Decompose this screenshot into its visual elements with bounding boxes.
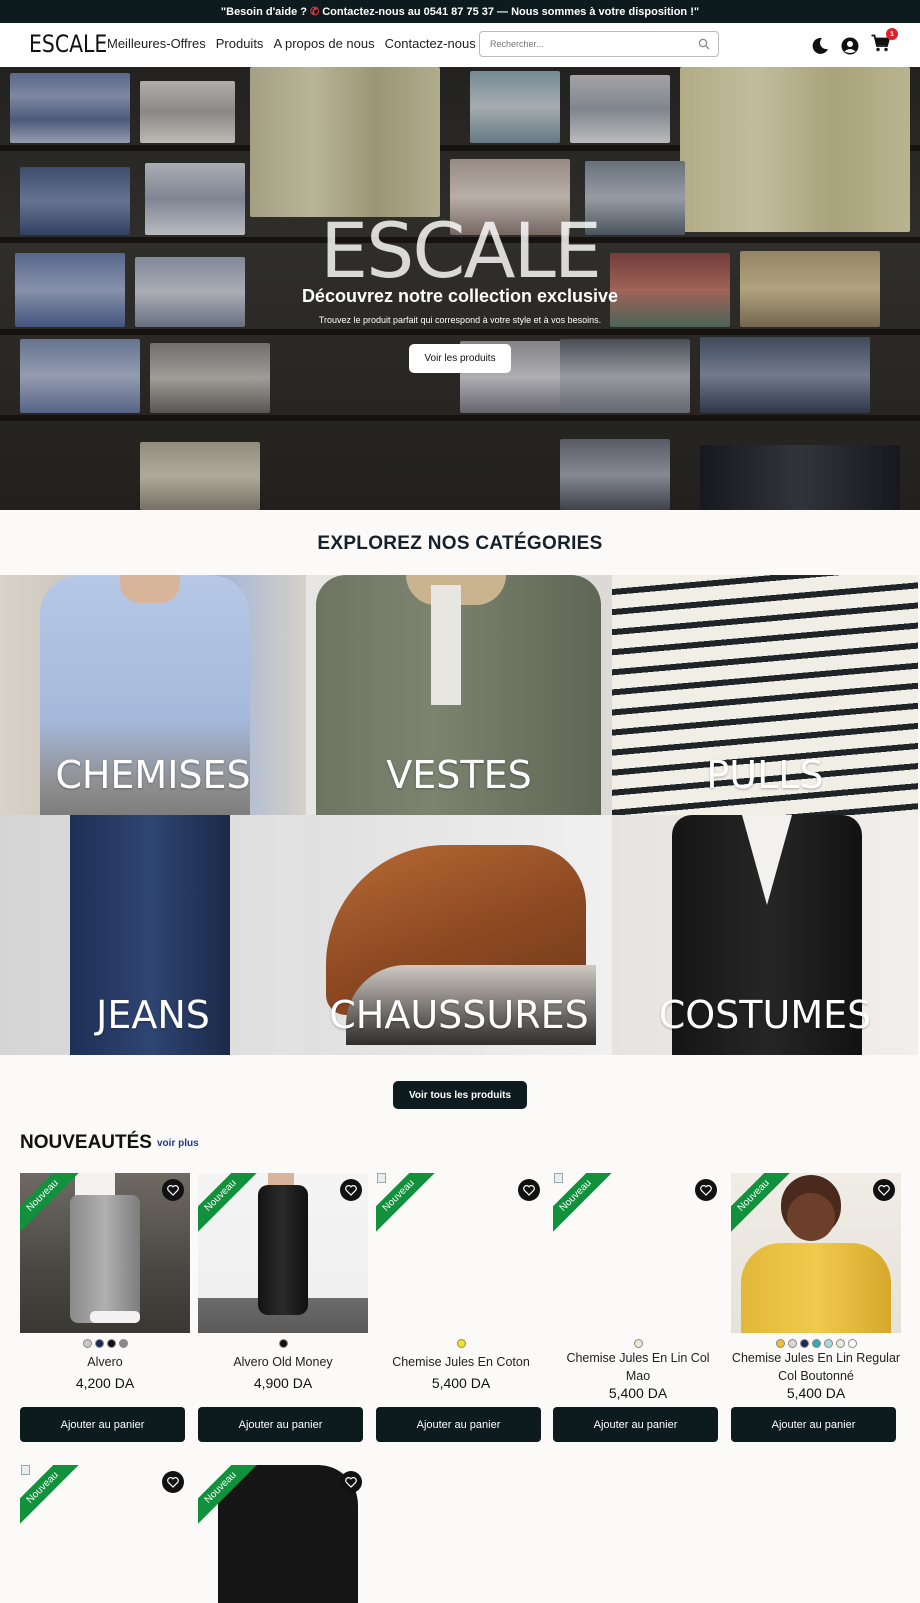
category-chemises[interactable]: CHEMISES [0, 575, 306, 815]
add-to-cart-button[interactable]: Ajouter au panier [553, 1407, 718, 1442]
hero-subtitle: Découvrez notre collection exclusive [301, 286, 619, 306]
cart-count-badge: 1 [886, 28, 898, 40]
color-swatch[interactable] [118, 1339, 128, 1348]
product-card: Nouveau [20, 1465, 190, 1603]
category-jeans[interactable]: JEANS [0, 815, 306, 1055]
view-all-products-button[interactable]: Voir tous les produits [393, 1081, 527, 1109]
category-label: CHAUSSURES [329, 993, 589, 1037]
product-image[interactable]: Nouveau [198, 1465, 368, 1603]
new-badge: Nouveau [198, 1173, 260, 1235]
wishlist-heart-icon[interactable] [518, 1179, 540, 1201]
nav-meilleures-offres[interactable]: Meilleures-Offres [107, 36, 206, 51]
color-swatch[interactable] [278, 1339, 288, 1348]
product-card: Nouveau Alvero 4,200 DA [20, 1173, 190, 1391]
wishlist-heart-icon[interactable] [162, 1471, 184, 1493]
dark-mode-moon-icon[interactable] [811, 37, 829, 55]
color-swatches [731, 1339, 901, 1349]
search-box [479, 31, 719, 57]
product-price: 4,900 DA [253, 1375, 313, 1391]
color-swatch[interactable] [847, 1339, 857, 1348]
logo[interactable]: ESCALE [29, 30, 107, 58]
product-image[interactable]: Nouveau [553, 1173, 723, 1333]
color-swatches [553, 1339, 723, 1349]
nav-produits[interactable]: Produits [216, 36, 264, 51]
category-label: PULLS [706, 753, 824, 797]
category-label: COSTUMES [658, 993, 872, 1037]
color-swatch[interactable] [94, 1339, 104, 1348]
color-swatch[interactable] [823, 1339, 833, 1348]
nav-a-propos[interactable]: A propos de nous [273, 36, 374, 51]
product-name[interactable]: Alvero Old Money [198, 1353, 368, 1371]
product-name[interactable]: Chemise Jules En Coton [376, 1353, 546, 1371]
broken-image-icon [554, 1173, 563, 1183]
cart-button[interactable]: 1 [871, 28, 898, 57]
color-swatches [376, 1339, 546, 1349]
announcement-help: "Besoin d'aide ? [220, 5, 307, 18]
header-icons: 1 [811, 28, 898, 57]
hero-title: ESCALE [320, 206, 602, 295]
broken-image-icon [377, 1173, 386, 1183]
main-nav: Meilleures-Offres Produits A propos de n… [107, 36, 476, 51]
product-price: 5,400 DA [608, 1385, 668, 1401]
product-card: Nouveau Chemise Jules En Coton 5,400 DA [376, 1173, 546, 1391]
hero-view-products-button[interactable]: Voir les produits [409, 344, 511, 373]
product-image[interactable]: Nouveau [376, 1173, 546, 1333]
hero-banner: ESCALE Découvrez notre collection exclus… [0, 67, 920, 510]
see-more-link[interactable]: voir plus [157, 1138, 199, 1149]
nav-contact[interactable]: Contactez-nous [385, 36, 476, 51]
new-arrivals-heading: NOUVEAUTÉS [20, 1132, 152, 1153]
categories-heading: EXPLOREZ NOS CATÉGORIES [317, 533, 603, 554]
wishlist-heart-icon[interactable] [340, 1471, 362, 1493]
category-label: VESTES [386, 753, 532, 797]
product-image[interactable]: Nouveau [20, 1465, 190, 1603]
product-image[interactable]: Nouveau [20, 1173, 190, 1333]
color-swatch[interactable] [799, 1339, 809, 1348]
site-header: ESCALE Meilleures-Offres Produits A prop… [0, 23, 920, 67]
color-swatches [20, 1339, 190, 1349]
add-to-cart-button[interactable]: Ajouter au panier [20, 1407, 185, 1442]
product-price: 5,400 DA [431, 1375, 491, 1391]
product-card: Nouveau Chemise Jules En Lin Regular Col… [731, 1173, 901, 1401]
color-swatch[interactable] [835, 1339, 845, 1348]
add-to-cart-button[interactable]: Ajouter au panier [376, 1407, 541, 1442]
search-input[interactable] [480, 39, 690, 49]
color-swatch[interactable] [775, 1339, 785, 1348]
product-name[interactable]: Alvero [20, 1353, 190, 1371]
announcement-bar: "Besoin d'aide ? ✆ Contactez-nous au 054… [0, 0, 920, 23]
product-image[interactable]: Nouveau [198, 1173, 368, 1333]
phone-icon: ✆ [309, 6, 320, 18]
product-card: Nouveau [198, 1465, 368, 1603]
account-icon[interactable] [841, 37, 859, 55]
add-to-cart-button[interactable]: Ajouter au panier [198, 1407, 363, 1442]
search-icon[interactable] [698, 38, 710, 50]
category-costumes[interactable]: COSTUMES [612, 815, 918, 1055]
color-swatch[interactable] [787, 1339, 797, 1348]
product-card: Nouveau Chemise Jules En Lin Col Mao 5,4… [553, 1173, 723, 1401]
wishlist-heart-icon[interactable] [695, 1179, 717, 1201]
product-name[interactable]: Chemise Jules En Lin Regular Col Boutonn… [731, 1349, 901, 1385]
color-swatch[interactable] [456, 1339, 466, 1348]
category-vestes[interactable]: VESTES [306, 575, 612, 815]
product-card: Nouveau Alvero Old Money 4,900 DA [198, 1173, 368, 1391]
category-label: JEANS [96, 993, 210, 1037]
category-pulls[interactable]: PULLS [612, 575, 918, 815]
color-swatch[interactable] [82, 1339, 92, 1348]
category-chaussures[interactable]: CHAUSSURES [306, 815, 612, 1055]
product-price: 4,200 DA [75, 1375, 135, 1391]
add-to-cart-button[interactable]: Ajouter au panier [731, 1407, 896, 1442]
broken-image-icon [21, 1465, 30, 1475]
product-name[interactable]: Chemise Jules En Lin Col Mao [553, 1349, 723, 1385]
wishlist-heart-icon[interactable] [162, 1179, 184, 1201]
announcement-contact: Contactez-nous au 0541 87 75 37 — Nous s… [322, 5, 700, 18]
category-label: CHEMISES [55, 753, 251, 797]
product-price: 5,400 DA [786, 1385, 846, 1401]
color-swatch[interactable] [811, 1339, 821, 1348]
hero-description: Trouvez le produit parfait qui correspon… [318, 315, 602, 325]
color-swatches [198, 1339, 368, 1349]
color-swatch[interactable] [106, 1339, 116, 1348]
product-image[interactable]: Nouveau [731, 1173, 901, 1333]
color-swatch[interactable] [633, 1339, 643, 1348]
wishlist-heart-icon[interactable] [340, 1179, 362, 1201]
wishlist-heart-icon[interactable] [873, 1179, 895, 1201]
